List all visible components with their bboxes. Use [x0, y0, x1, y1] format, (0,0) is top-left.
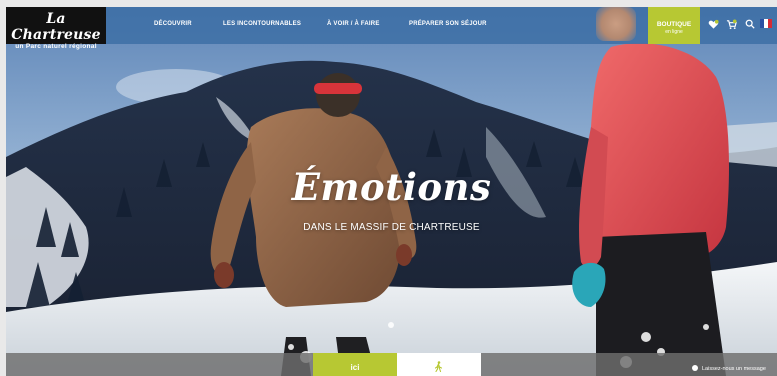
bottom-tab-activity[interactable] [397, 353, 481, 376]
site-logo[interactable]: La Chartreuse un Parc naturel régional [6, 7, 106, 50]
favorites-icon[interactable] [707, 19, 720, 32]
logo-subtitle: un Parc naturel régional [15, 43, 97, 50]
hero-subtitle: DANS LE MASSIF DE CHARTREUSE [303, 222, 480, 233]
page: La Chartreuse un Parc naturel régional D… [6, 7, 777, 376]
shop-label: BOUTIQUE [656, 21, 692, 28]
message-icon [692, 365, 698, 371]
corner-message-text: Laissez-nous un message [702, 366, 766, 372]
nav-item-incontournables[interactable]: LES INCONTOURNABLES [223, 21, 301, 27]
cart-icon[interactable] [725, 19, 738, 32]
search-icon[interactable] [743, 19, 756, 32]
shop-sublabel: en ligne [665, 29, 683, 35]
nav-item-a-voir-a-faire[interactable]: À VOIR / À FAIRE [327, 21, 380, 27]
bottom-tab-ici[interactable]: ici [313, 353, 397, 376]
logo-title: La Chartreuse [11, 11, 101, 43]
nav-item-decouvrir[interactable]: DÉCOUVRIR [154, 21, 192, 27]
french-flag-icon[interactable] [759, 19, 772, 32]
corner-message-widget[interactable]: Laissez-nous un message [692, 365, 766, 372]
nav-item-preparer-sejour[interactable]: PRÉPARER SON SÉJOUR [409, 21, 487, 27]
walking-person-icon [434, 361, 443, 373]
shop-button[interactable]: BOUTIQUE en ligne [648, 7, 700, 44]
hero-title: Émotions [291, 165, 492, 209]
blurred-face [596, 7, 636, 41]
top-navigation-bar: La Chartreuse un Parc naturel régional D… [6, 7, 777, 50]
